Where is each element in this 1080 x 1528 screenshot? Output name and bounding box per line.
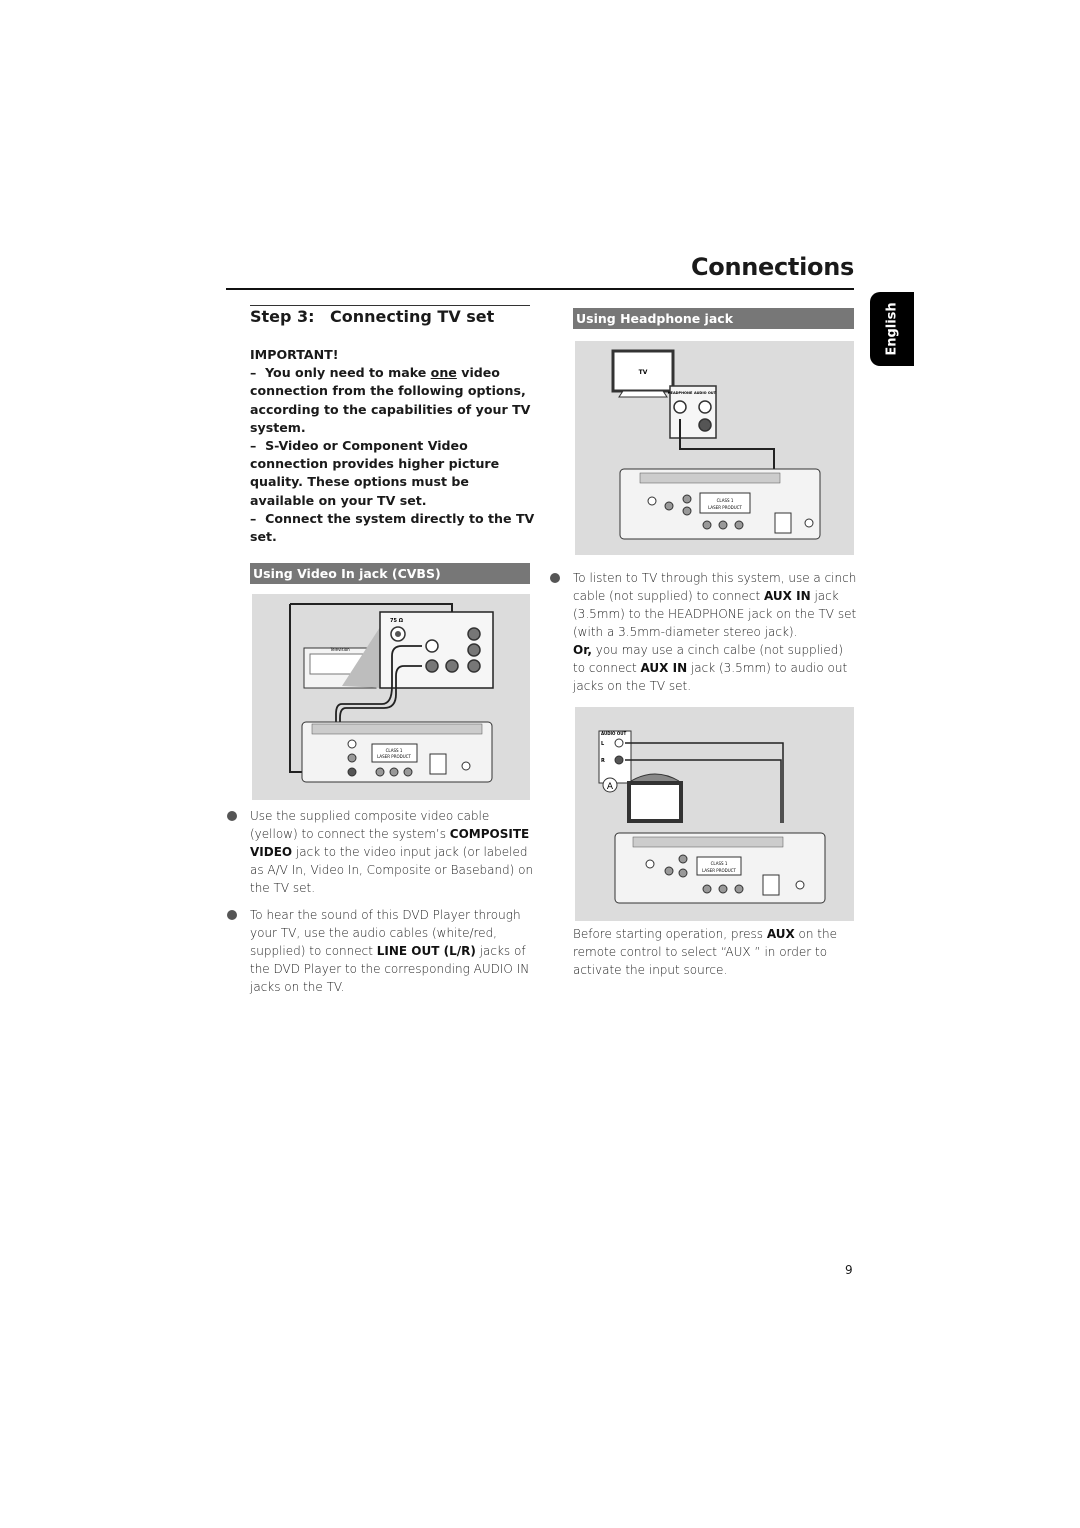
important-item: – Connect the system directly to the TV … [250,510,535,545]
video-in-diagram-svg: Television 75 Ω CLASS 1 LASER PRODUCT [289,603,494,783]
svg-text:AUDIO OUT: AUDIO OUT [601,731,626,736]
step-heading: Step 3: Connecting TV set [250,307,494,326]
language-label: English [884,302,900,356]
laser-label [371,743,418,763]
tv-icon [627,781,683,823]
important-heading: IMPORTANT! [250,347,339,362]
step-title: Connecting TV set [330,307,495,326]
step-number: Step 3: [250,307,315,326]
svg-text:LASER PRODUCT: LASER PRODUCT [377,754,411,759]
svg-text:HEADPHONE: HEADPHONE [668,391,693,395]
section-heading-headphone: Using Headphone jack [573,308,854,329]
bullet-icon [550,573,560,583]
section-heading-video-in: Using Video In jack (CVBS) [250,563,530,584]
svg-text:AUDIO OUT: AUDIO OUT [694,391,717,395]
video-in-bullet: To hear the sound of this DVD Player thr… [227,906,535,996]
title-divider [226,288,854,290]
svg-text:A: A [607,782,614,792]
svg-text:LASER PRODUCT: LASER PRODUCT [708,505,742,510]
video-in-jack [445,659,459,673]
audio-in-l-jack [425,639,439,653]
important-item: – S-Video or Component Video connection … [250,438,500,508]
headphone-bullet: To listen to TV through this system, use… [550,569,858,641]
svg-text:CLASS 1: CLASS 1 [711,861,728,866]
language-tab: English [870,292,914,366]
svg-text:R: R [601,758,605,764]
svg-text:LASER PRODUCT: LASER PRODUCT [702,868,736,873]
headphone-diagram-svg: TV HEADPHONE AUDIO OUT CLASS 1 LASER PRO… [611,349,821,540]
headphone-alternative-paragraph: Or, you may use a cinch calbe (not suppl… [573,643,848,694]
important-item: – You only need to make one video connec… [250,365,531,435]
audio-out-panel [598,730,632,784]
headphone-diagram: TV HEADPHONE AUDIO OUT CLASS 1 LASER PRO… [575,341,854,555]
svg-text:CLASS 1: CLASS 1 [386,748,403,753]
headphone-jack [673,400,687,414]
step-divider [250,305,530,306]
video-in-bullet: Use the supplied composite video cable (… [227,807,535,897]
audio-out-diagram-svg: AUDIO OUT L R A CLASS 1 LASER PRODUCT [598,730,826,904]
bullet-icon [227,811,237,821]
svg-text:75 Ω: 75 Ω [390,618,404,624]
aux-note: Before starting operation, press AUX on … [573,927,838,978]
page-title: Connections [690,253,854,281]
svg-text:CLASS 1: CLASS 1 [717,498,734,503]
audio-out-diagram: AUDIO OUT L R A CLASS 1 LASER PRODUCT [575,707,854,921]
important-notice: IMPORTANT! – You only need to make one v… [250,346,535,546]
page-number: 9 [845,1263,853,1277]
svg-text:TV: TV [639,369,648,376]
svg-text:Television: Television [329,647,350,652]
bullet-icon [227,910,237,920]
audio-in-r-jack [425,659,439,673]
video-in-diagram: Television 75 Ω CLASS 1 LASER PRODUCT [252,594,530,800]
